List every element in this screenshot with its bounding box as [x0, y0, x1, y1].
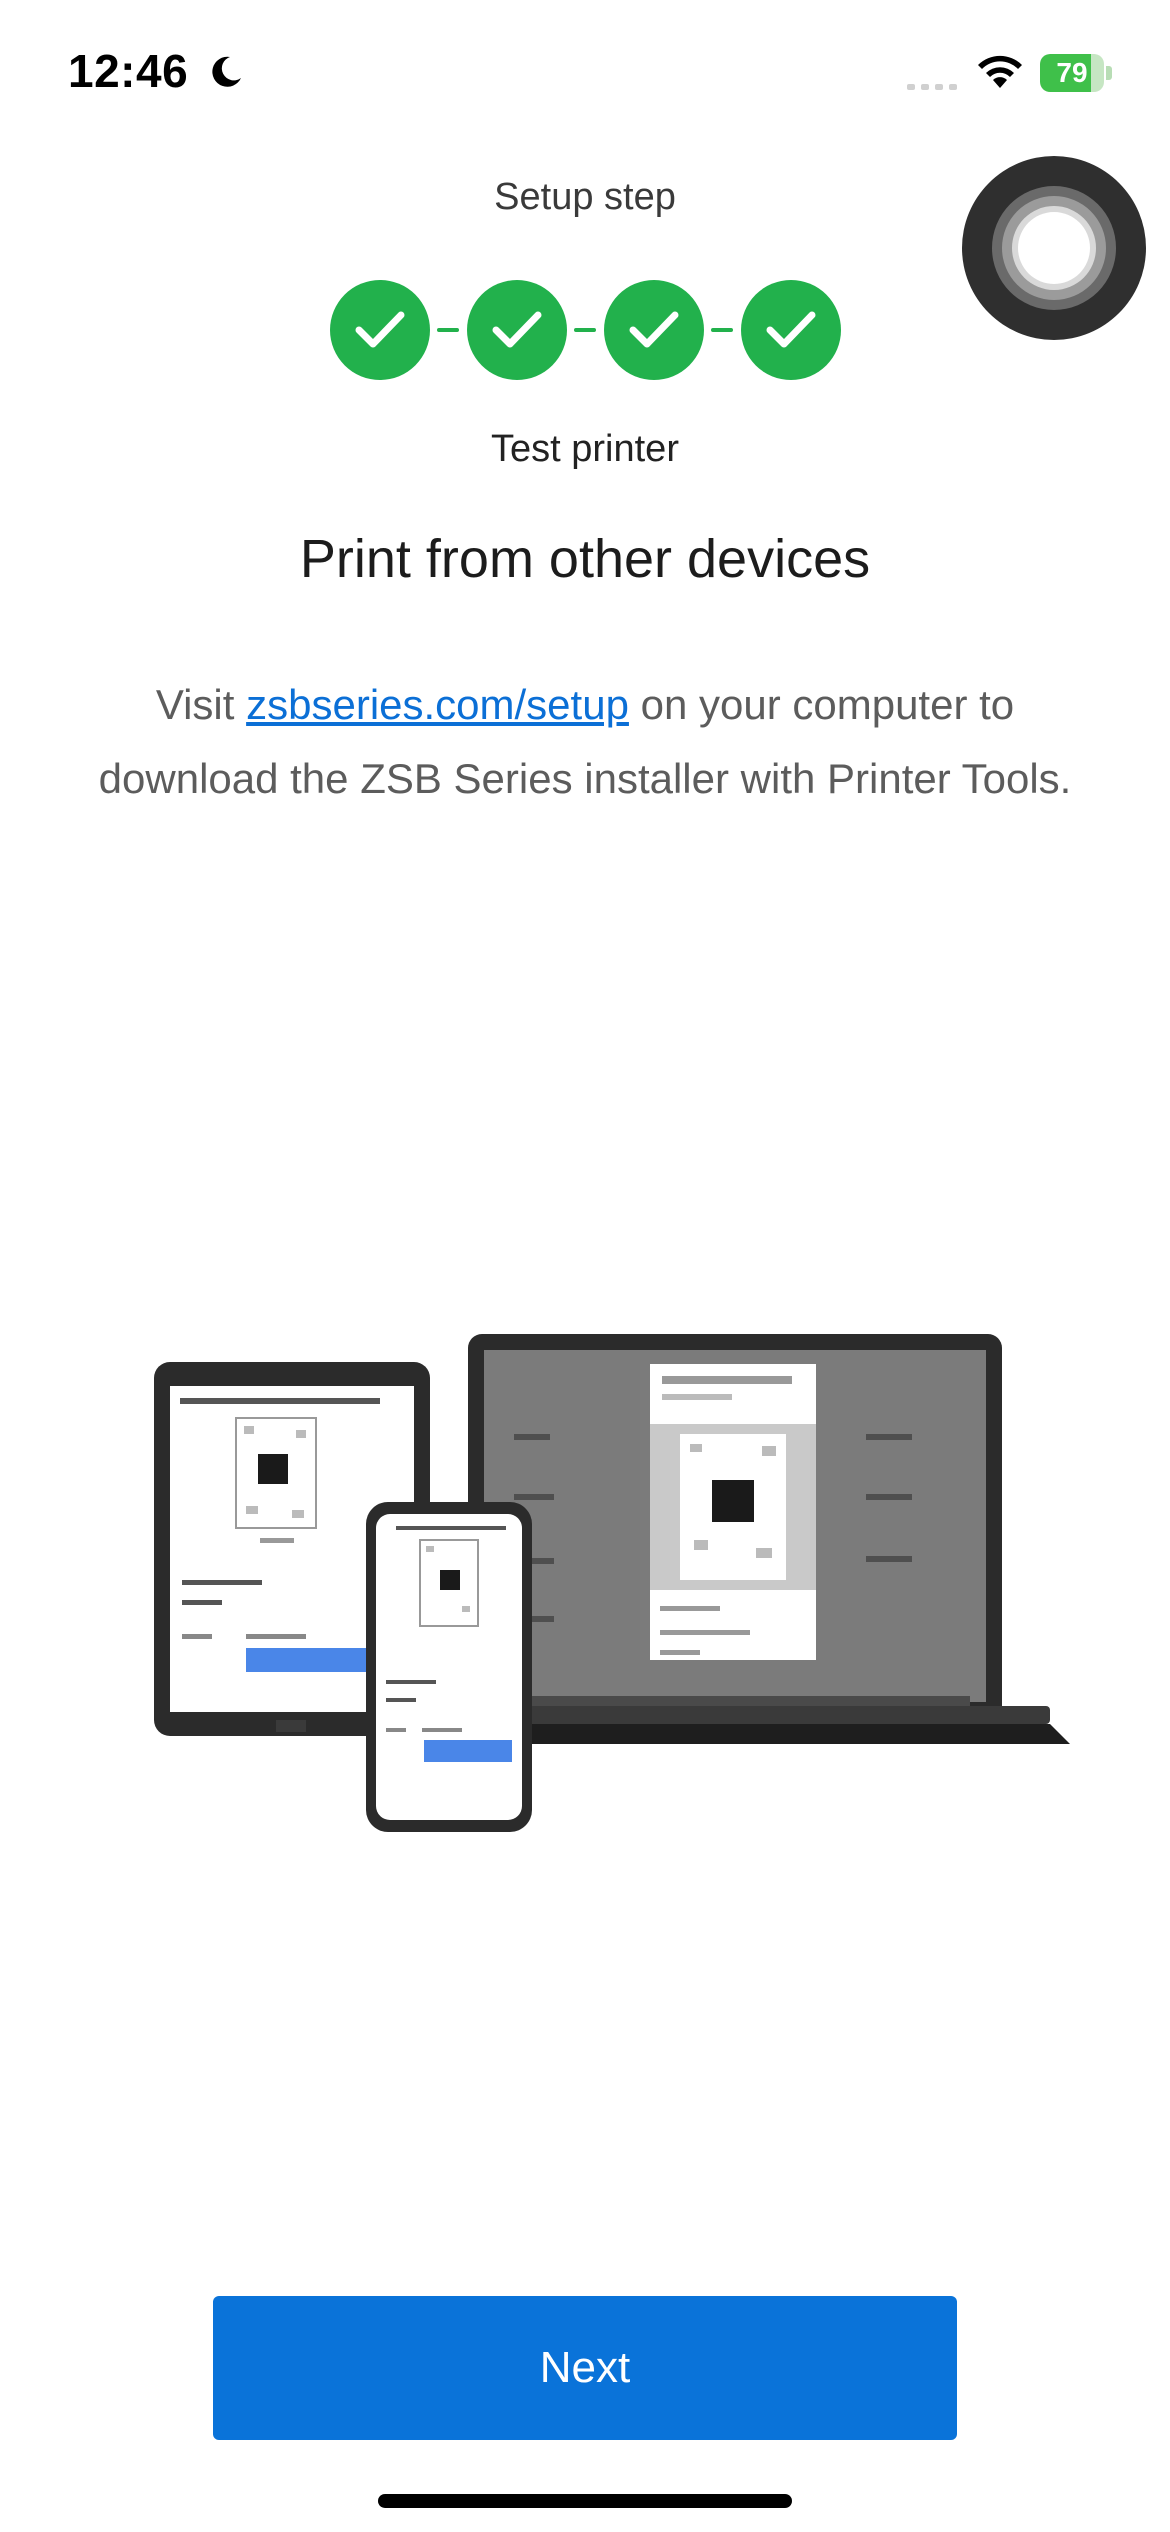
- setup-step-label: Setup step: [494, 176, 676, 218]
- wifi-icon: [978, 55, 1022, 88]
- step-2-complete: [466, 280, 567, 380]
- checkmark-icon: [355, 311, 404, 348]
- step-connector: [574, 328, 596, 332]
- step-1-complete: [329, 280, 430, 380]
- checkmark-icon: [629, 311, 678, 348]
- devices-illustration: [154, 1334, 1070, 1832]
- step-3-complete: [603, 280, 704, 380]
- step-connector: [711, 328, 733, 332]
- setup-stepper: [0, 280, 1170, 380]
- home-indicator: [378, 2494, 792, 2508]
- page-title: Print from other devices: [299, 529, 871, 589]
- status-time: 12:46: [68, 45, 189, 97]
- moon-icon: [212, 56, 241, 87]
- next-button[interactable]: Next: [213, 2296, 957, 2440]
- checkmark-icon: [766, 311, 815, 348]
- battery-level: 79: [1056, 57, 1088, 88]
- description-prefix: Visit: [155, 681, 247, 728]
- status-bar: 12:46 79: [0, 0, 1170, 140]
- battery-icon: 79: [1040, 54, 1114, 92]
- step-connector: [437, 328, 459, 332]
- setup-link[interactable]: zsbseries.com/setup: [246, 681, 629, 728]
- cellular-signal-icon: [907, 84, 957, 90]
- checkmark-icon: [492, 311, 541, 348]
- current-step-name: Test printer: [491, 428, 679, 470]
- phone-illustration: [366, 1502, 532, 1832]
- step-4-complete: [740, 280, 841, 380]
- setup-description: Visit zsbseries.com/setup on your comput…: [80, 668, 1090, 816]
